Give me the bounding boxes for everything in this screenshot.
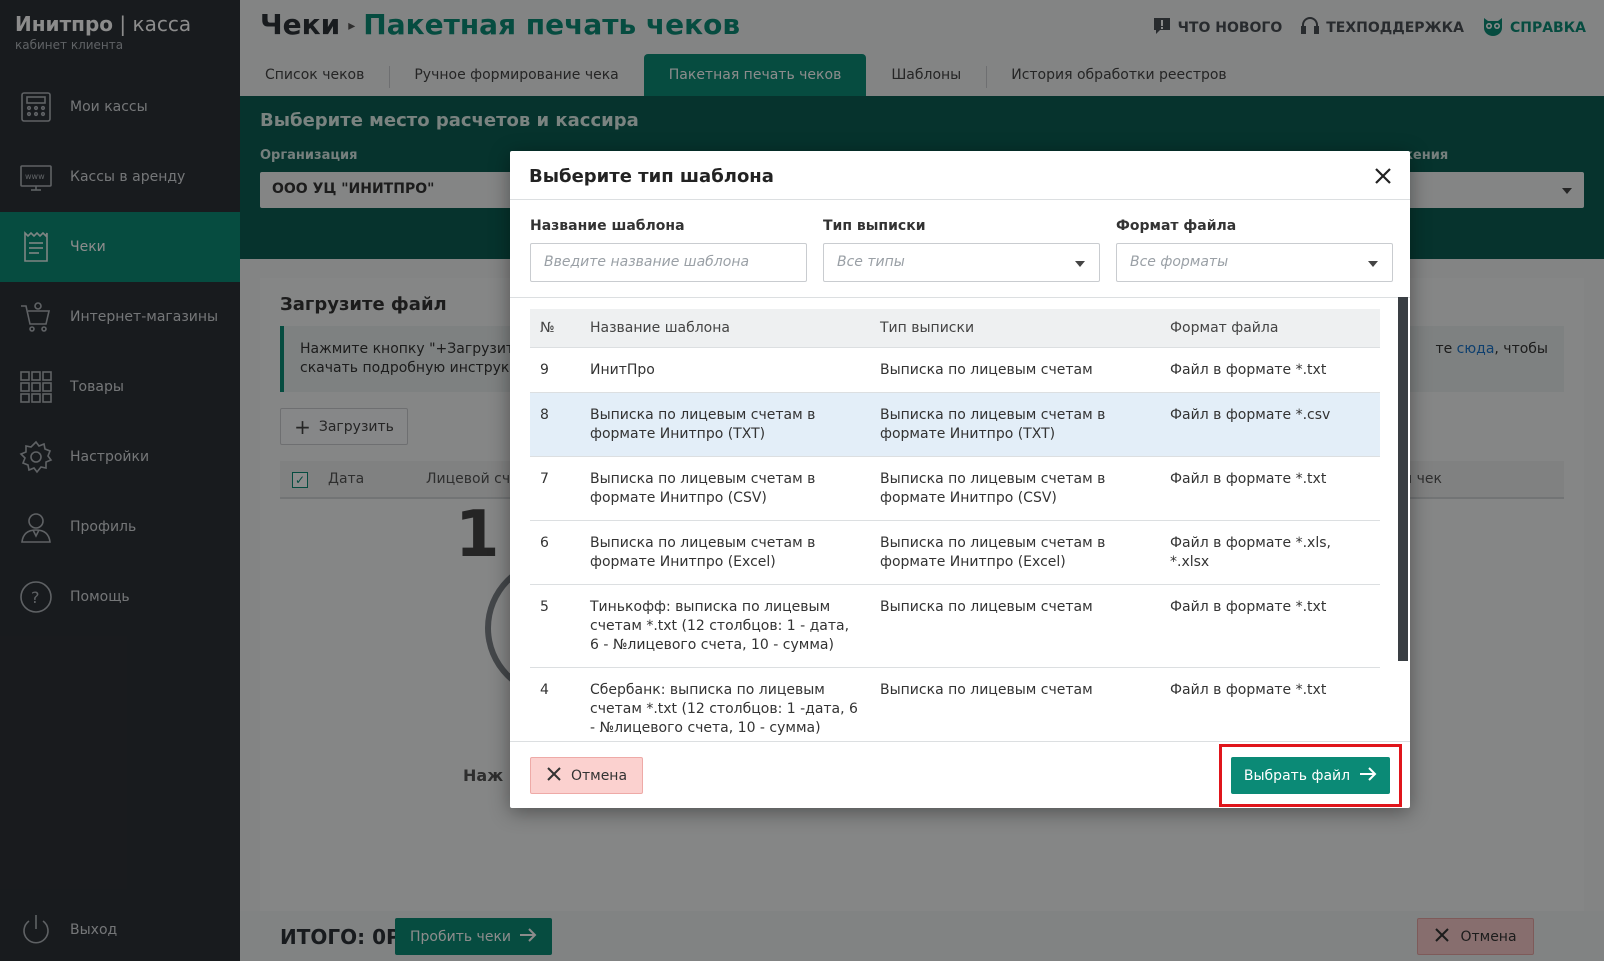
row-template-name: Выписка по лицевым счетам в формате Инит… xyxy=(580,519,870,584)
row-statement-type: Выписка по лицевым счетам в формате Инит… xyxy=(870,455,1160,520)
table-row[interactable]: 4 Сбербанк: выписка по лицевым счетам *.… xyxy=(530,666,1380,739)
modal-cancel-label: Отмена xyxy=(570,767,628,784)
statement-type-value: Все типы xyxy=(837,254,905,270)
table-row[interactable]: 6 Выписка по лицевым счетам в формате Ин… xyxy=(530,519,1380,584)
row-number: 8 xyxy=(530,391,580,456)
row-file-format: Файл в формате *.txt xyxy=(1160,583,1380,667)
col-template-name: Название шаблона xyxy=(580,309,870,347)
row-file-format: Файл в формате *.csv xyxy=(1160,391,1380,456)
row-number: 6 xyxy=(530,519,580,584)
table-row[interactable]: 9 ИнитПро Выписка по лицевым счетам Файл… xyxy=(530,346,1380,392)
row-number: 4 xyxy=(530,666,580,739)
row-template-name: ИнитПро xyxy=(580,346,870,392)
file-format-value: Все форматы xyxy=(1130,254,1229,270)
col-statement-type: Тип выписки xyxy=(870,309,1160,347)
chevron-down-icon xyxy=(1368,261,1378,267)
row-number: 5 xyxy=(530,583,580,667)
modal-title: Выберите тип шаблона xyxy=(529,166,774,187)
row-file-format: Файл в формате *.xls, *.xlsx xyxy=(1160,519,1380,584)
chevron-down-icon xyxy=(1075,261,1085,267)
template-type-modal: Выберите тип шаблона Название шаблона Вв… xyxy=(510,151,1410,808)
modal-cancel-button[interactable]: Отмена xyxy=(530,757,643,794)
divider xyxy=(510,297,1410,298)
row-file-format: Файл в формате *.txt xyxy=(1160,455,1380,520)
row-template-name: Выписка по лицевым счетам в формате Инит… xyxy=(580,391,870,456)
close-icon[interactable] xyxy=(1370,163,1396,189)
row-statement-type: Выписка по лицевым счетам xyxy=(870,583,1160,667)
row-statement-type: Выписка по лицевым счетам xyxy=(870,666,1160,739)
col-file-format: Формат файла xyxy=(1160,309,1380,347)
template-name-input[interactable]: Введите название шаблона xyxy=(530,243,807,282)
templates-table-wrapper: № Название шаблона Тип выписки Формат фа… xyxy=(530,309,1380,739)
table-scrollbar[interactable] xyxy=(1398,297,1408,739)
col-number: № xyxy=(530,309,580,347)
table-row[interactable]: 7 Выписка по лицевым счетам в формате Ин… xyxy=(530,455,1380,520)
divider xyxy=(510,199,1410,200)
row-file-format: Файл в формате *.txt xyxy=(1160,666,1380,739)
file-format-label: Формат файла xyxy=(1116,218,1237,234)
row-number: 7 xyxy=(530,455,580,520)
row-template-name: Тинькофф: выписка по лицевым счетам *.tx… xyxy=(580,583,870,667)
row-statement-type: Выписка по лицевым счетам в формате Инит… xyxy=(870,519,1160,584)
template-name-label: Название шаблона xyxy=(530,218,685,234)
statement-type-select[interactable]: Все типы xyxy=(823,243,1100,282)
close-icon xyxy=(546,766,562,786)
row-template-name: Выписка по лицевым счетам в формате Инит… xyxy=(580,455,870,520)
scrollbar-thumb[interactable] xyxy=(1398,297,1408,661)
statement-type-label: Тип выписки xyxy=(823,218,926,234)
table-header-row: № Название шаблона Тип выписки Формат фа… xyxy=(530,309,1380,347)
row-file-format: Файл в формате *.txt xyxy=(1160,346,1380,392)
table-row-selected[interactable]: 8 Выписка по лицевым счетам в формате Ин… xyxy=(530,391,1380,456)
row-template-name: Сбербанк: выписка по лицевым счетам *.tx… xyxy=(580,666,870,739)
divider xyxy=(510,741,1410,742)
row-number: 9 xyxy=(530,346,580,392)
templates-table: № Название шаблона Тип выписки Формат фа… xyxy=(530,309,1380,739)
template-name-placeholder: Введите название шаблона xyxy=(544,254,750,270)
row-statement-type: Выписка по лицевым счетам xyxy=(870,346,1160,392)
file-format-select[interactable]: Все форматы xyxy=(1116,243,1393,282)
highlight-annotation xyxy=(1219,744,1402,807)
row-statement-type: Выписка по лицевым счетам в формате Инит… xyxy=(870,391,1160,456)
table-row[interactable]: 5 Тинькофф: выписка по лицевым счетам *.… xyxy=(530,583,1380,667)
